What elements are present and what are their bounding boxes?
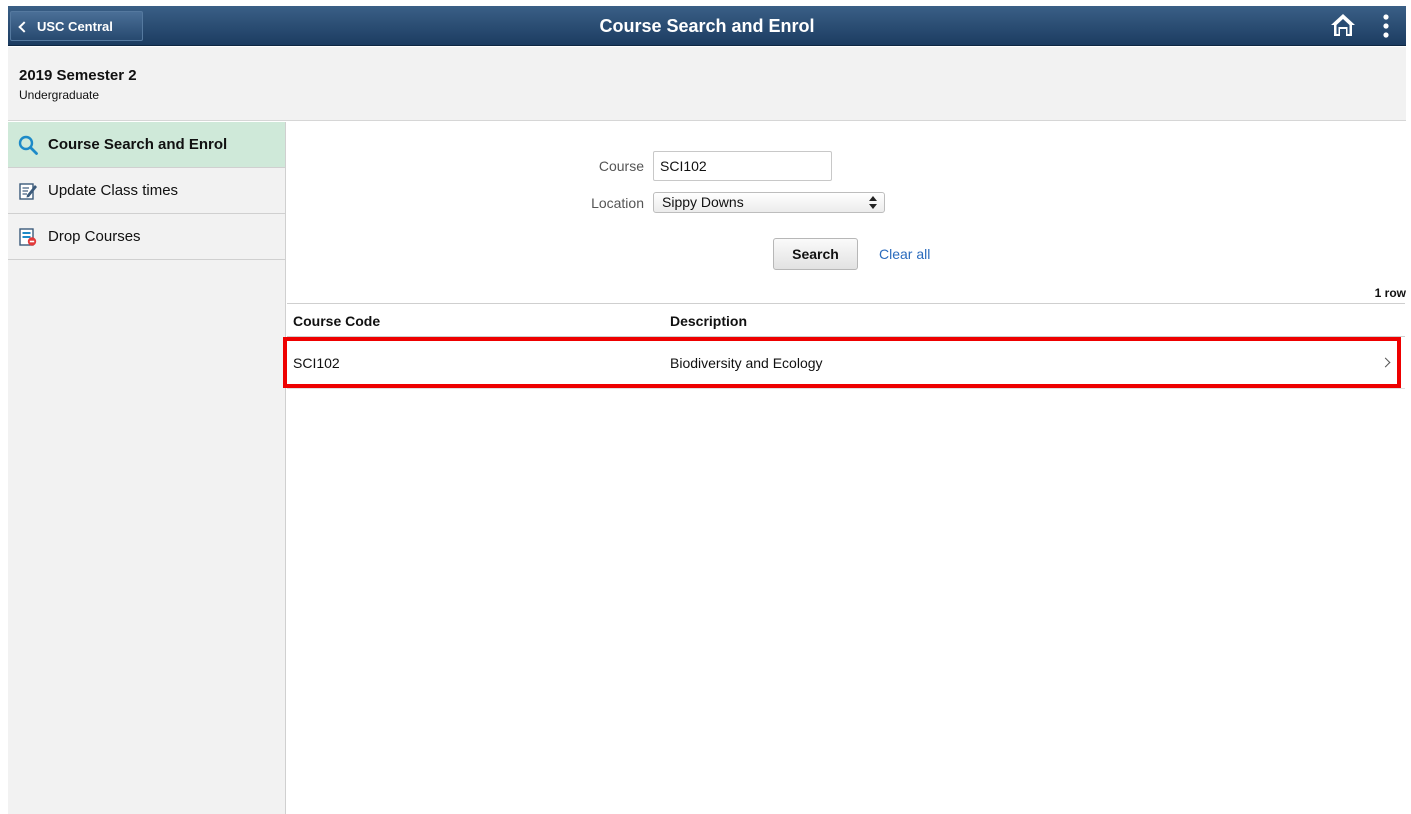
sidebar-item-course-search[interactable]: Course Search and Enrol — [8, 122, 285, 168]
sidebar-item-label: Course Search and Enrol — [48, 136, 228, 153]
row-count: 1 row — [1374, 286, 1406, 300]
row-course-code: SCI102 — [293, 355, 340, 371]
drop-document-icon — [19, 227, 37, 246]
back-button[interactable]: USC Central — [10, 11, 143, 41]
home-icon[interactable] — [1330, 13, 1356, 37]
select-arrows-icon — [869, 196, 877, 209]
context-header: 2019 Semester 2 Undergraduate — [8, 47, 1406, 121]
app-header: USC Central Course Search and Enrol — [8, 6, 1406, 46]
more-options-icon[interactable] — [1376, 12, 1396, 40]
location-label: Location — [591, 195, 644, 211]
location-select-value: Sippy Downs — [662, 194, 744, 210]
page-title: Course Search and Enrol — [599, 16, 815, 36]
chevron-left-icon — [18, 20, 30, 33]
chevron-right-icon — [1380, 357, 1391, 368]
row-description: Biodiversity and Ecology — [670, 355, 823, 371]
sidebar: Course Search and Enrol Update Class tim… — [8, 122, 286, 814]
career-label: Undergraduate — [19, 88, 100, 102]
back-button-label: USC Central — [37, 18, 113, 34]
results-grid-header: Course Code Description — [287, 303, 1405, 337]
column-header-course-code: Course Code — [293, 313, 381, 329]
search-button[interactable]: Search — [773, 238, 858, 270]
sidebar-item-update-class-times[interactable]: Update Class times — [8, 168, 285, 214]
sidebar-item-label: Update Class times — [48, 182, 179, 199]
main-content: Course Location Sippy Downs Search Clear… — [287, 122, 1406, 814]
term-title: 2019 Semester 2 — [19, 67, 137, 84]
location-select[interactable]: Sippy Downs — [653, 192, 885, 213]
sidebar-item-label: Drop Courses — [48, 228, 141, 245]
course-label: Course — [598, 158, 644, 174]
page: USC Central Course Search and Enrol 2019… — [0, 0, 1411, 814]
course-input[interactable] — [653, 151, 832, 181]
search-icon — [18, 135, 38, 155]
column-header-description: Description — [670, 313, 748, 329]
edit-document-icon — [19, 182, 37, 200]
sidebar-item-drop-courses[interactable]: Drop Courses — [8, 214, 285, 260]
clear-all-link[interactable]: Clear all — [879, 246, 930, 262]
table-row[interactable]: SCI102 Biodiversity and Ecology — [287, 337, 1405, 389]
